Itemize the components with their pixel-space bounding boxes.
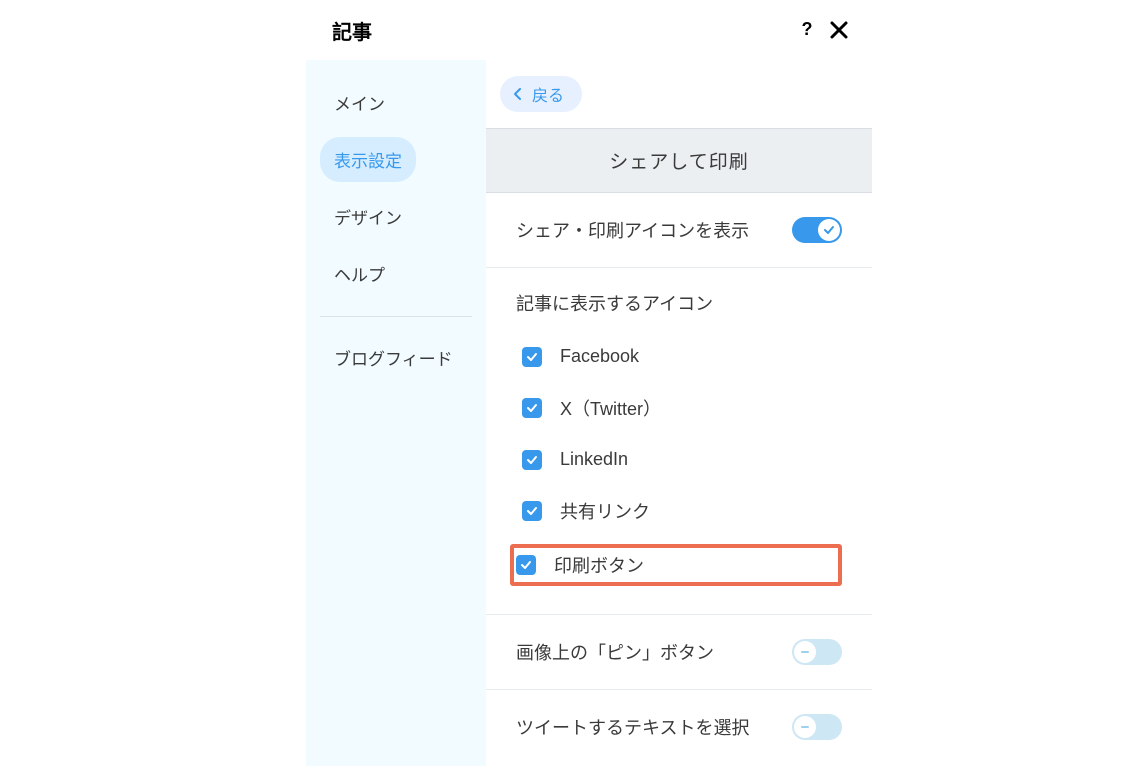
checkbox-label: X（Twitter） bbox=[560, 395, 661, 421]
sidebar-item-label: ヘルプ bbox=[334, 266, 385, 285]
settings-panel: 記事 ? メイン 表示設定 デザイン bbox=[306, 0, 872, 766]
header-actions: ? bbox=[798, 19, 850, 41]
sidebar-item-label: デザイン bbox=[334, 209, 402, 228]
toggle-knob bbox=[794, 641, 816, 663]
toggle-knob bbox=[818, 219, 840, 241]
sidebar-item-blog-feed[interactable]: ブログフィード bbox=[320, 335, 467, 380]
icons-section-title: 記事に表示するアイコン bbox=[516, 290, 842, 316]
sidebar-item-label: メイン bbox=[334, 95, 385, 114]
tweet-text-toggle-label: ツイートするテキストを選択 bbox=[516, 714, 749, 740]
help-icon[interactable]: ? bbox=[798, 21, 816, 39]
checkbox-facebook[interactable] bbox=[522, 347, 542, 367]
checkbox-print-button[interactable] bbox=[516, 555, 536, 575]
content: 戻る シェアして印刷 シェア・印刷アイコンを表示 記事に表示するアイコン bbox=[486, 60, 872, 766]
sidebar: メイン 表示設定 デザイン ヘルプ ブログフィード bbox=[306, 60, 486, 766]
sidebar-item-display-settings[interactable]: 表示設定 bbox=[320, 137, 416, 182]
sidebar-item-main[interactable]: メイン bbox=[320, 80, 399, 125]
chevron-left-icon bbox=[514, 88, 522, 100]
checkbox-row-linkedin: LinkedIn bbox=[516, 441, 842, 478]
checkbox-row-print-button: 印刷ボタン bbox=[510, 544, 842, 586]
share-print-toggle-label: シェア・印刷アイコンを表示 bbox=[516, 217, 749, 243]
panel-body: メイン 表示設定 デザイン ヘルプ ブログフィード bbox=[306, 60, 872, 766]
share-print-toggle[interactable] bbox=[792, 217, 842, 243]
section-banner: シェアして印刷 bbox=[486, 128, 872, 193]
sidebar-item-design[interactable]: デザイン bbox=[320, 194, 416, 239]
checkbox-label: Facebook bbox=[560, 346, 639, 367]
sidebar-item-label: 表示設定 bbox=[334, 152, 402, 171]
checkbox-share-link[interactable] bbox=[522, 501, 542, 521]
section-banner-label: シェアして印刷 bbox=[609, 152, 748, 173]
sidebar-secondary: ブログフィード bbox=[306, 335, 486, 392]
svg-text:?: ? bbox=[802, 21, 813, 39]
checkbox-row-facebook: Facebook bbox=[516, 338, 842, 375]
share-print-toggle-row: シェア・印刷アイコンを表示 bbox=[486, 193, 872, 268]
pin-toggle[interactable] bbox=[792, 639, 842, 665]
checkbox-label: 印刷ボタン bbox=[554, 552, 644, 578]
sidebar-item-help[interactable]: ヘルプ bbox=[320, 251, 399, 296]
checkbox-row-twitter: X（Twitter） bbox=[516, 387, 842, 429]
checkbox-twitter[interactable] bbox=[522, 398, 542, 418]
back-button-label: 戻る bbox=[532, 82, 564, 106]
back-button[interactable]: 戻る bbox=[500, 76, 582, 112]
panel-header: 記事 ? bbox=[306, 0, 872, 60]
checkbox-row-share-link: 共有リンク bbox=[516, 490, 842, 532]
tweet-text-toggle[interactable] bbox=[792, 714, 842, 740]
panel-title: 記事 bbox=[332, 16, 372, 45]
checkbox-label: 共有リンク bbox=[560, 498, 650, 524]
pin-toggle-label: 画像上の「ピン」ボタン bbox=[516, 639, 714, 665]
sidebar-item-label: ブログフィード bbox=[334, 350, 453, 369]
sidebar-divider bbox=[320, 316, 472, 317]
checkbox-linkedin[interactable] bbox=[522, 450, 542, 470]
pin-toggle-row: 画像上の「ピン」ボタン bbox=[486, 615, 872, 690]
checkbox-label: LinkedIn bbox=[560, 449, 628, 470]
close-icon[interactable] bbox=[828, 19, 850, 41]
icons-section: 記事に表示するアイコン Facebook X（Twitter） bbox=[486, 268, 872, 615]
sidebar-primary: メイン 表示設定 デザイン ヘルプ bbox=[306, 80, 486, 308]
tweet-text-toggle-row: ツイートするテキストを選択 bbox=[486, 690, 872, 764]
toggle-knob bbox=[794, 716, 816, 738]
